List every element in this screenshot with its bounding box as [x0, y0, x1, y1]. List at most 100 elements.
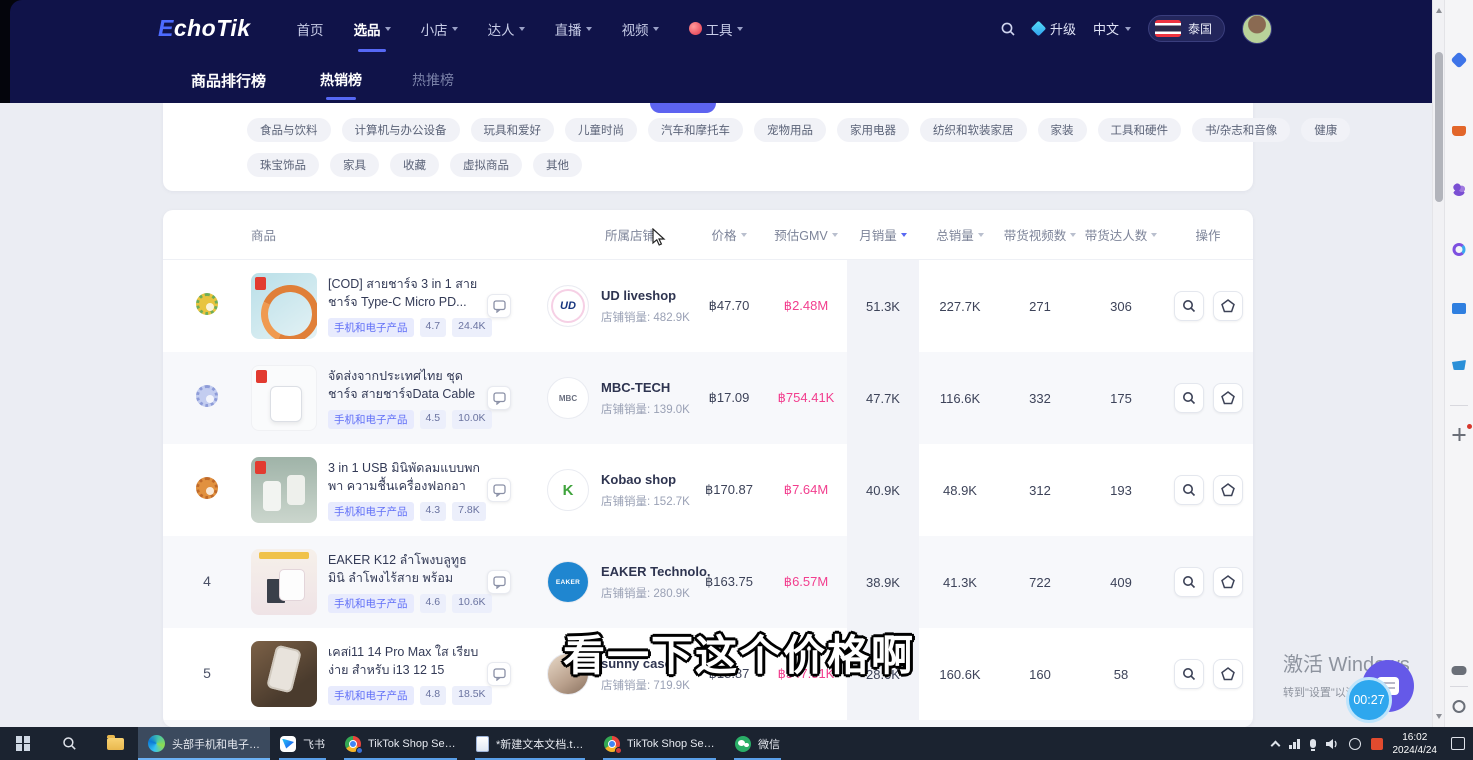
category-chip[interactable]: 家装 [1038, 118, 1087, 142]
category-chip[interactable]: 家用电器 [837, 118, 909, 142]
people-icon[interactable] [1453, 183, 1466, 196]
category-chip[interactable]: 汽车和摩托车 [648, 118, 743, 142]
nav-item-tools[interactable]: 工具 [689, 19, 743, 39]
designer-icon[interactable] [1453, 243, 1466, 256]
nav-item-shops[interactable]: 小店 [421, 19, 458, 39]
translate-button[interactable] [487, 662, 511, 686]
settings-gear-icon[interactable] [1453, 700, 1466, 713]
nav-item-influencers[interactable]: 达人 [488, 19, 525, 39]
shop-logo[interactable]: UD [547, 285, 589, 327]
product-title[interactable]: EAKER K12 ลำโพงบลูทูธ มินิ ลำโพงไร้สาย พ… [328, 551, 487, 587]
detail-search-button[interactable] [1174, 475, 1204, 505]
shopping-tag-icon[interactable] [1451, 52, 1468, 69]
microphone-icon[interactable] [1310, 739, 1316, 748]
scrollbar-thumb[interactable] [1435, 52, 1443, 202]
table-row[interactable]: 4 EAKER K12 ลำโพงบลูทูธ มินิ ลำโพงไร้สาย… [163, 536, 1253, 628]
category-chip[interactable]: 珠宝饰品 [247, 153, 319, 177]
taskbar-search-button[interactable] [46, 727, 92, 760]
shop-logo[interactable]: K [547, 469, 589, 511]
detail-search-button[interactable] [1174, 291, 1204, 321]
tab-hot-promo[interactable]: 热推榜 [412, 70, 454, 90]
col-header-price[interactable]: 价格 [693, 225, 765, 244]
upgrade-button[interactable]: 升级 [1033, 19, 1076, 38]
taskbar-task-notepad[interactable]: *新建文本文档.txt -... [466, 727, 594, 760]
product-title[interactable]: 3 in 1 USB มินิพัดลมแบบพกพา ความชื้นเครื… [328, 459, 487, 495]
product-image[interactable] [251, 457, 317, 523]
detail-search-button[interactable] [1174, 567, 1204, 597]
input-method-icon[interactable] [1349, 738, 1361, 750]
image-tool-icon[interactable] [1452, 303, 1466, 314]
network-icon[interactable] [1289, 739, 1300, 749]
add-icon[interactable] [1453, 428, 1466, 441]
tray-app-icon[interactable] [1371, 738, 1383, 750]
nav-item-videos[interactable]: 视频 [622, 19, 659, 39]
category-chip[interactable]: 虚拟商品 [450, 153, 522, 177]
shop-logo[interactable]: EAKER [547, 561, 589, 603]
col-header-video-count[interactable]: 带货视频数 [1001, 225, 1079, 244]
shop-name[interactable]: Kobao shop [601, 472, 690, 487]
translate-button[interactable] [487, 294, 511, 318]
start-button[interactable] [0, 727, 46, 760]
volume-icon[interactable] [1326, 738, 1339, 750]
hidden-icons-chevron[interactable] [1271, 740, 1281, 750]
nav-item-products[interactable]: 选品 [354, 19, 391, 39]
category-chip[interactable]: 儿童时尚 [565, 118, 637, 142]
table-row[interactable]: จัดส่งจากประเทศไทย ชุดชาร์จ สายชาร์จData… [163, 352, 1253, 444]
pentagon-analysis-button[interactable] [1213, 567, 1243, 597]
col-header-gmv[interactable]: 预估GMV [765, 225, 847, 244]
category-chip[interactable]: 收藏 [390, 153, 439, 177]
action-center-icon[interactable] [1451, 737, 1465, 750]
language-selector[interactable]: 中文 [1093, 19, 1131, 38]
product-image[interactable] [251, 365, 317, 431]
tab-hot-sales[interactable]: 热销榜 [320, 70, 362, 90]
taskbar-task-wechat[interactable]: 微信 [725, 727, 790, 760]
product-title[interactable]: จัดส่งจากประเทศไทย ชุดชาร์จ สายชาร์จData… [328, 367, 487, 403]
product-image[interactable] [251, 641, 317, 707]
nav-item-home[interactable]: 首页 [297, 19, 324, 39]
category-chip[interactable]: 书/杂志和音像 [1192, 118, 1290, 142]
product-image[interactable] [251, 273, 317, 339]
table-row[interactable]: 3 in 1 USB มินิพัดลมแบบพกพา ความชื้นเครื… [163, 444, 1253, 536]
game-controller-icon[interactable] [1452, 666, 1467, 675]
hidden-blue-button[interactable] [650, 103, 716, 113]
shop-name[interactable]: UD liveshop [601, 288, 690, 303]
table-row[interactable]: [COD] สายชาร์จ 3 in 1 สายชาร์จ Type-C Mi… [163, 260, 1253, 352]
page-scrollbar[interactable] [1432, 0, 1444, 727]
product-title[interactable]: [COD] สายชาร์จ 3 in 1 สายชาร์จ Type-C Mi… [328, 275, 487, 311]
product-image[interactable] [251, 549, 317, 615]
translate-button[interactable] [487, 570, 511, 594]
shop-logo[interactable]: MBC [547, 377, 589, 419]
category-chip[interactable]: 纺织和软装家居 [920, 118, 1027, 142]
briefcase-icon[interactable] [1452, 126, 1466, 136]
detail-search-button[interactable] [1174, 383, 1204, 413]
taskbar-task-feishu[interactable]: 飞书 [270, 727, 335, 760]
user-avatar[interactable] [1242, 14, 1272, 44]
detail-search-button[interactable] [1174, 659, 1204, 689]
country-selector[interactable]: 泰国 [1148, 15, 1225, 42]
pentagon-analysis-button[interactable] [1213, 659, 1243, 689]
file-explorer-button[interactable] [92, 727, 138, 760]
taskbar-task-chrome-2[interactable]: TikTok Shop Sell... [594, 727, 725, 760]
translate-button[interactable] [487, 386, 511, 410]
scroll-up-arrow[interactable] [1436, 5, 1442, 13]
pentagon-analysis-button[interactable] [1213, 475, 1243, 505]
cart-icon[interactable] [1452, 360, 1466, 370]
category-chip[interactable]: 健康 [1301, 118, 1350, 142]
taskbar-clock[interactable]: 16:02 2024/4/24 [1393, 731, 1438, 757]
category-chip[interactable]: 计算机与办公设备 [342, 118, 460, 142]
col-header-influencer-count[interactable]: 带货达人数 [1079, 225, 1163, 244]
col-header-monthly-sales[interactable]: 月销量 [847, 225, 919, 244]
category-chip[interactable]: 玩具和爱好 [471, 118, 555, 142]
category-chip[interactable]: 工具和硬件 [1098, 118, 1182, 142]
taskbar-task-edge[interactable]: 头部手机和电子产... [138, 727, 270, 760]
translate-button[interactable] [487, 478, 511, 502]
category-chip[interactable]: 宠物用品 [754, 118, 826, 142]
shop-name[interactable]: MBC-TECH [601, 380, 690, 395]
category-chip[interactable]: 食品与饮料 [247, 118, 331, 142]
echotik-logo[interactable]: EchoTik [158, 15, 251, 42]
taskbar-task-chrome-1[interactable]: TikTok Shop Sell... [335, 727, 466, 760]
search-icon[interactable] [1000, 21, 1016, 37]
category-chip[interactable]: 家具 [330, 153, 379, 177]
col-header-total-sales[interactable]: 总销量 [919, 225, 1001, 244]
scroll-down-arrow[interactable] [1436, 714, 1442, 722]
